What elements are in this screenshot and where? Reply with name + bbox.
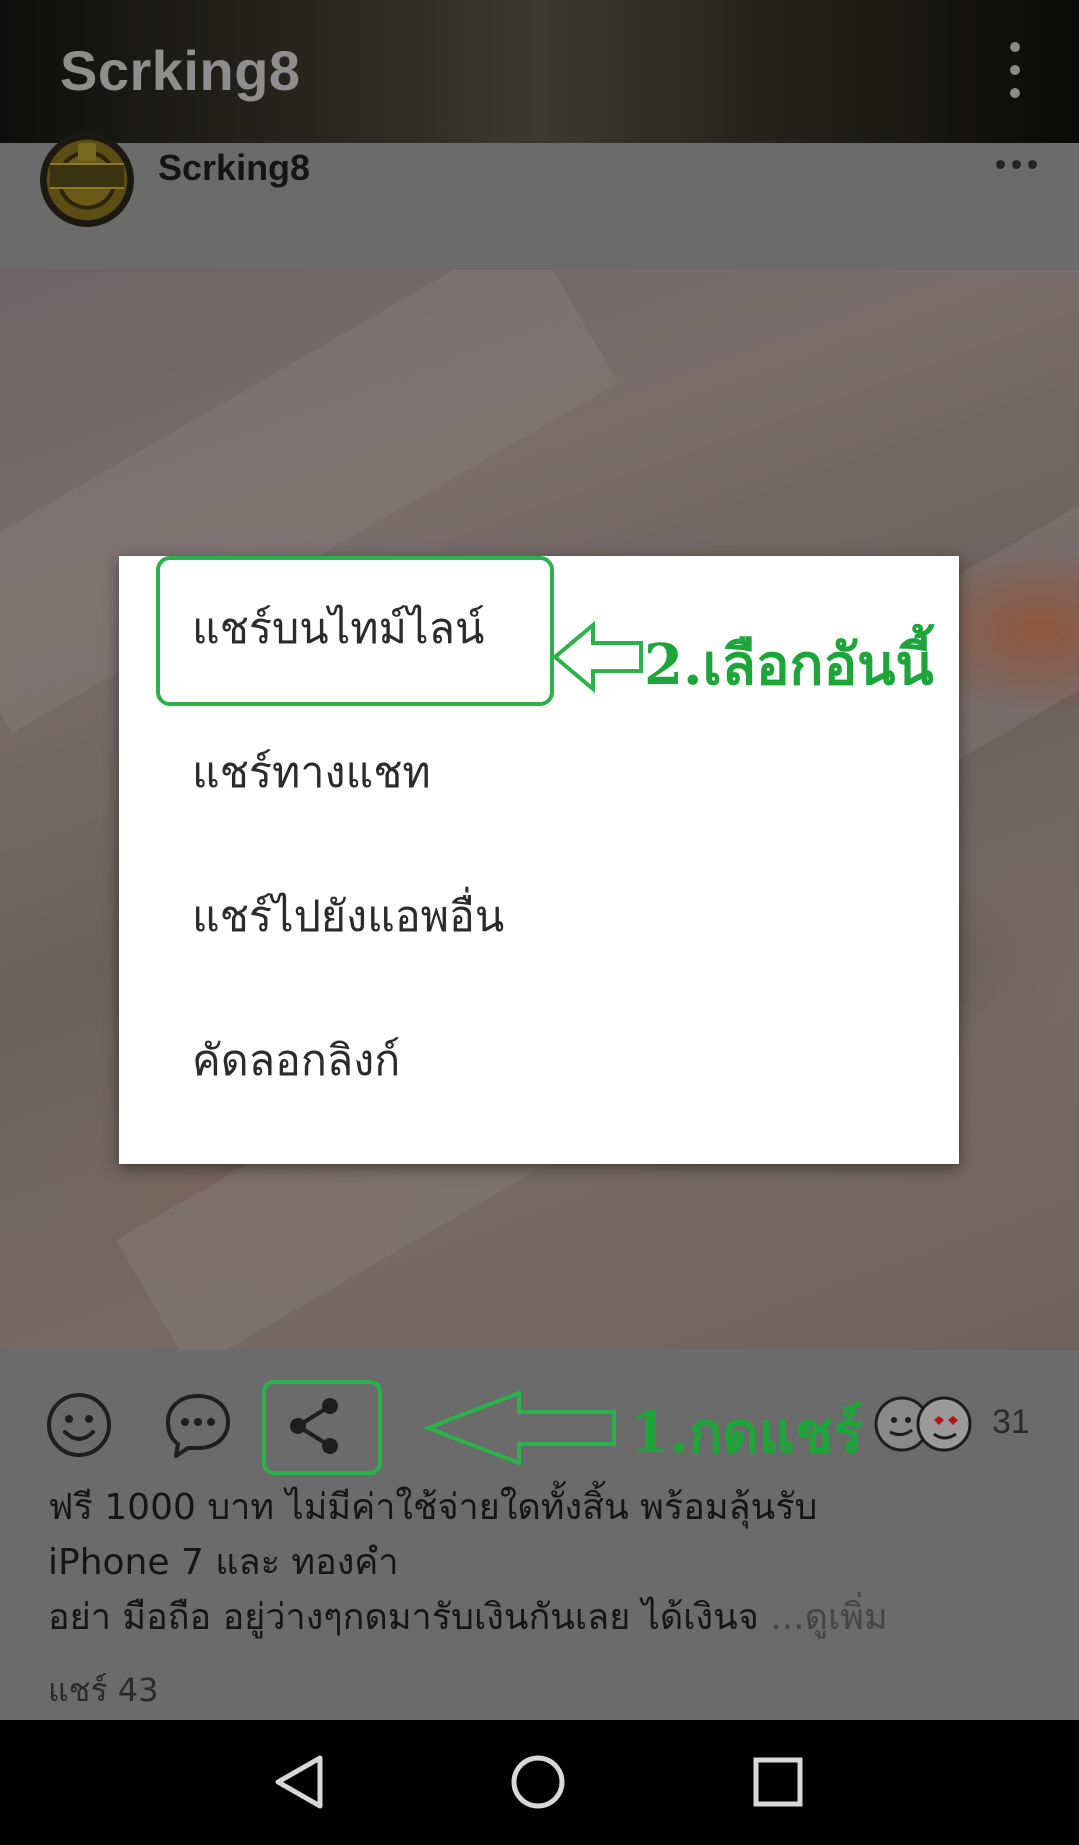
annotation-step2: 2.เลือกอันนี้ [644, 632, 934, 698]
annotation-step1: 1.กดแชร์ [630, 1400, 863, 1466]
see-more-link[interactable]: ...ดูเพิ่ม [770, 1597, 887, 1638]
caption-line-last: อย่า มือถือ อยู่ว่างๆกดมารับเงินกันเลย ไ… [48, 1590, 1058, 1645]
share-count[interactable]: แชร์ 43 [48, 1665, 158, 1716]
system-nav-bar [0, 1720, 1079, 1845]
reaction-count[interactable]: 31 [992, 1403, 1030, 1442]
app-bar: Scrking8 [0, 0, 1079, 143]
app-title: Scrking8 [60, 39, 301, 102]
home-icon[interactable] [506, 1750, 570, 1814]
share-icon[interactable] [286, 1396, 342, 1456]
post-header: Scrking8 [0, 133, 1079, 270]
post-author-name[interactable]: Scrking8 [158, 147, 310, 189]
share-chat-option[interactable]: แชร์ทางแชท [119, 700, 959, 844]
screen: Scrking8 Scrking8 แชร์บนไทม์ไลน์ แชร์ทาง… [0, 0, 1079, 1845]
overflow-menu-icon[interactable] [1000, 42, 1030, 98]
caption-line: ฟรี 1000 บาท ไม่มีค่าใช้จ่ายใดทั้งสิ้น พ… [48, 1487, 818, 1528]
copy-link-label: คัดลอกลิงก์ [192, 1036, 401, 1086]
smile-icon[interactable] [46, 1392, 112, 1458]
back-icon[interactable] [268, 1750, 332, 1814]
more-horizontal-icon[interactable] [994, 157, 1038, 171]
share-other-app-option[interactable]: แชร์ไปยังแอพอื่น [119, 844, 959, 988]
avatar[interactable] [40, 133, 134, 227]
arrow-step1-icon [422, 1390, 616, 1466]
post-actions: 1.กดแชร์ 31 ฟรี 1000 บาท ไม่มีค่าใช้จ่าย… [0, 1350, 1079, 1720]
share-timeline-label: แชร์บนไทม์ไลน์ [192, 604, 485, 654]
comment-icon[interactable] [164, 1392, 232, 1458]
share-other-app-label: แชร์ไปยังแอพอื่น [192, 892, 505, 942]
recents-icon[interactable] [746, 1750, 810, 1814]
post-caption: ฟรี 1000 บาท ไม่มีค่าใช้จ่ายใดทั้งสิ้น พ… [48, 1480, 1058, 1645]
caption-line-text: อย่า มือถือ อยู่ว่างๆกดมารับเงินกันเลย ไ… [48, 1597, 759, 1638]
caption-line: iPhone 7 และ ทองคำ [48, 1542, 399, 1583]
arrow-step2-icon [551, 620, 643, 694]
copy-link-option[interactable]: คัดลอกลิงก์ [119, 988, 959, 1132]
reaction-stickers-icon[interactable] [872, 1394, 980, 1454]
share-chat-label: แชร์ทางแชท [192, 748, 431, 798]
